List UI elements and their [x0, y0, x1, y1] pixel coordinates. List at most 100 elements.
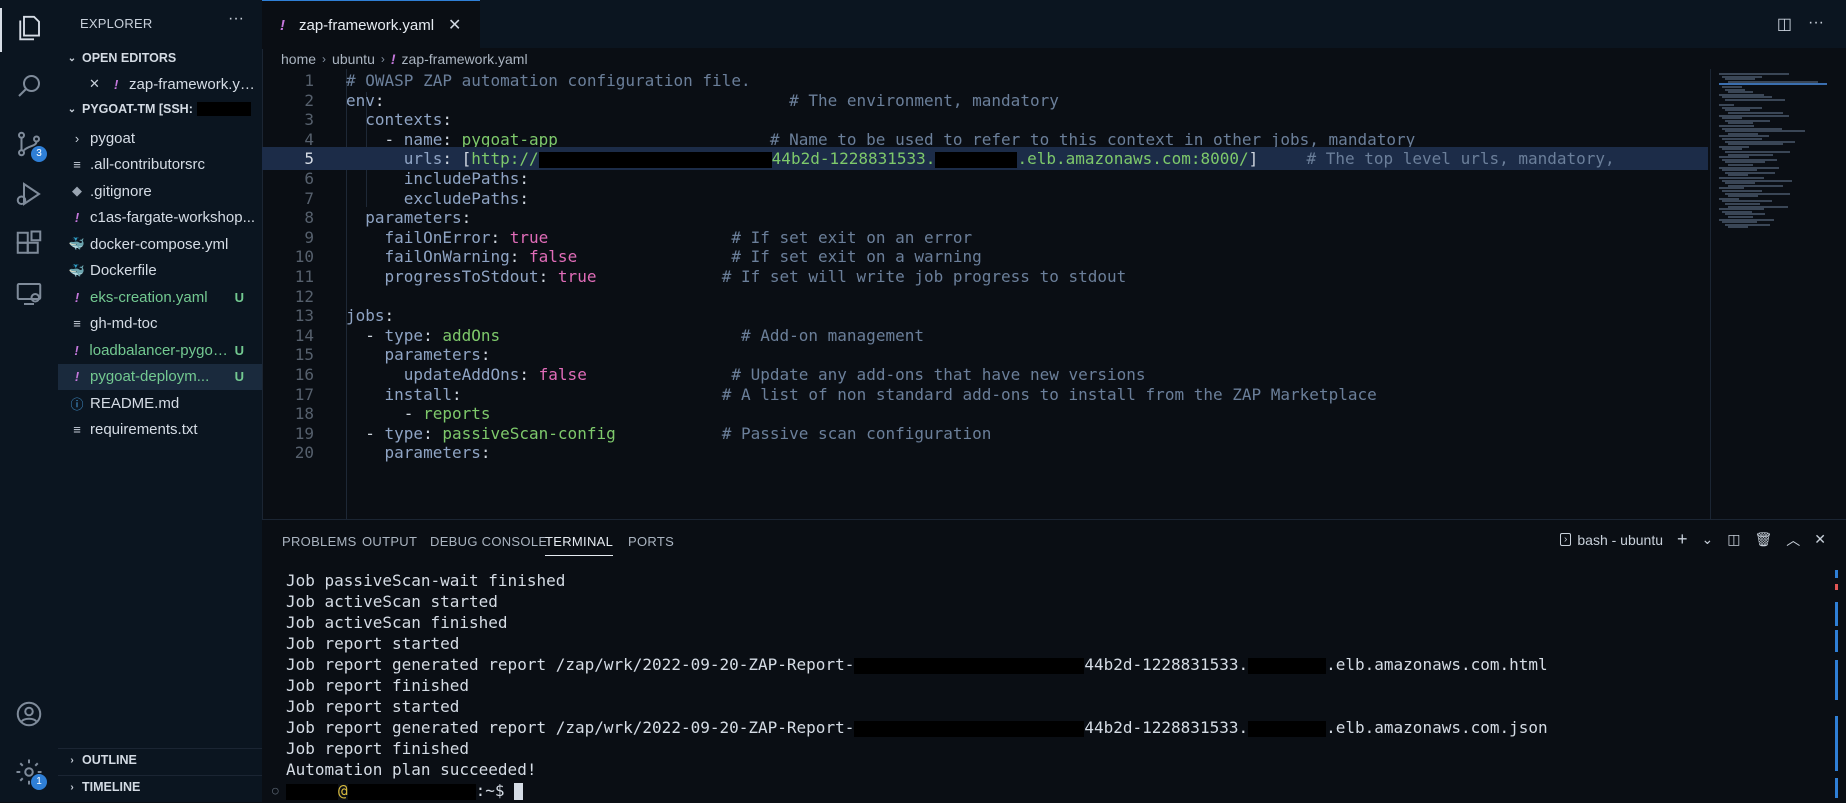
code-editor[interactable]: 1 # OWASP ZAP automation configuration fi… — [262, 69, 1708, 519]
file-tree-item[interactable]: 🐳 Dockerfile — [58, 258, 262, 284]
more-actions-icon[interactable]: ··· — [1808, 14, 1824, 34]
maximize-panel-icon[interactable]: ︿ — [1786, 530, 1800, 550]
remote-explorer-icon[interactable] — [9, 274, 49, 314]
minimap-line — [1728, 226, 1748, 229]
split-terminal-icon[interactable]: ◫ — [1727, 531, 1740, 548]
scroll-marker — [1835, 584, 1838, 590]
terminal-output[interactable]: Job passiveScan-wait finished Job active… — [272, 570, 1548, 801]
timeline-header[interactable]: › TIMELINE — [58, 775, 262, 798]
chevron-right-icon: › — [70, 754, 74, 766]
yaml-file-icon: ! — [74, 210, 80, 225]
code-token: # Name to be used to refer to this conte… — [769, 129, 1416, 149]
code-token: failOnWarning — [384, 247, 510, 267]
yaml-file-icon: ! — [74, 342, 79, 358]
search-icon[interactable] — [9, 66, 49, 106]
breadcrumb-home[interactable]: home — [281, 51, 316, 67]
new-terminal-icon[interactable]: + — [1677, 529, 1688, 550]
code-token: : — [519, 169, 530, 188]
trash-icon[interactable]: 🗑 — [1754, 531, 1772, 548]
file-tree-item[interactable]: 🐳 docker-compose.yml — [58, 231, 262, 257]
more-actions-icon[interactable]: ··· — [228, 10, 244, 28]
explorer-title: EXPLORER — [80, 16, 153, 31]
code-text: parameters: — [346, 441, 491, 464]
code-token: false — [529, 247, 578, 267]
file-tree-item[interactable]: ≡ requirements.txt — [58, 417, 262, 443]
tab-zap-framework[interactable]: ! zap-framework.yaml ✕ — [262, 0, 480, 49]
file-tree-item[interactable]: ⓘ README.md — [58, 390, 262, 416]
outline-header[interactable]: › OUTLINE — [58, 748, 262, 771]
info-icon: ⓘ — [70, 396, 84, 412]
file-tree-item[interactable]: ◆ .gitignore — [58, 178, 262, 204]
minimap-line — [1725, 99, 1785, 101]
code-token: pygoat-app — [461, 129, 558, 149]
chevron-down-icon[interactable]: ⌄ — [1702, 531, 1714, 548]
scroll-marker — [1835, 602, 1838, 626]
tab-output[interactable]: OUTPUT — [362, 534, 417, 549]
code-token: # Add-on management — [740, 325, 924, 345]
code-token: excludePaths — [403, 188, 520, 208]
file-tree-item[interactable]: ! loadbalancer-pygoat... U — [58, 337, 262, 363]
code-token: type — [384, 423, 424, 443]
git-status-badge: U — [234, 289, 244, 305]
file-tree-item[interactable]: ≡ gh-md-toc — [58, 311, 262, 337]
panel-actions: › bash - ubuntu + ⌄ ◫ 🗑 ︿ ✕ — [1560, 529, 1826, 550]
code-token: : — [451, 384, 462, 404]
tab-problems[interactable]: PROBLEMS — [282, 534, 357, 549]
terminal-selector[interactable]: › bash - ubuntu — [1560, 532, 1663, 548]
explorer-icon[interactable] — [9, 8, 49, 48]
close-icon[interactable]: ✕ — [1814, 531, 1826, 548]
scroll-marker — [1835, 778, 1838, 798]
yaml-file-icon: ! — [113, 76, 119, 92]
file-tree-item[interactable]: ! pygoat-deploym... U — [58, 363, 262, 390]
file-tree-item[interactable]: › pygoat — [58, 125, 262, 151]
workspace-header[interactable]: ⌄ PYGOAT-TM [SSH: — [58, 98, 262, 120]
account-icon[interactable] — [9, 694, 49, 734]
terminal-line: Job report started — [286, 697, 460, 716]
file-tree-item[interactable]: ! c1as-fargate-workshop... — [58, 205, 262, 231]
source-control-icon[interactable]: 3 — [9, 124, 49, 164]
file-tree-item[interactable]: ≡ .all-contributorsrc — [58, 152, 262, 178]
code-token: passiveScan-config — [442, 423, 616, 443]
line-number: 20 — [294, 443, 314, 463]
code-token: - — [384, 129, 404, 149]
code-token: : — [442, 129, 462, 149]
open-editor-item[interactable]: ✕ ! zap-framework.yaml — [58, 71, 262, 97]
code-token: - — [365, 325, 385, 345]
code-token: - — [365, 423, 385, 443]
file-name: pygoat-deploym... — [90, 368, 210, 385]
code-token: .elb.amazonaws.com:8000/ — [1017, 149, 1249, 169]
code-token: : — [374, 90, 385, 110]
close-icon[interactable]: ✕ — [448, 15, 461, 35]
editor-tab-bar: ! zap-framework.yaml ✕ ◫ ··· — [262, 0, 1846, 49]
code-token: parameters — [384, 345, 481, 365]
breadcrumb: home › ubuntu › ! zap-framework.yaml — [281, 49, 528, 69]
terminal-cursor — [514, 783, 524, 800]
file-tree-item[interactable]: ! eks-creation.yaml U — [58, 284, 262, 310]
minimap[interactable] — [1710, 69, 1835, 519]
code-token: # If set exit on a warning — [731, 247, 982, 267]
code-token: true — [509, 227, 549, 247]
tab-debug-console[interactable]: DEBUG CONSOLE — [430, 534, 547, 549]
run-debug-icon[interactable] — [9, 174, 49, 214]
code-token: ] — [1248, 149, 1259, 169]
breadcrumb-ubuntu[interactable]: ubuntu — [332, 51, 375, 67]
terminal-line: Job passiveScan-wait finished — [286, 571, 566, 590]
circle-icon: ○ — [272, 784, 279, 797]
settings-gear-icon[interactable]: 1 — [9, 752, 49, 792]
breadcrumb-file[interactable]: zap-framework.yaml — [402, 51, 528, 67]
terminal-line: Job report generated report /zap/wrk/202… — [286, 718, 1548, 737]
terminal-prompt[interactable]: ○ @:~$ — [272, 780, 1548, 801]
file-name: c1as-fargate-workshop... — [90, 209, 256, 226]
chevron-down-icon: ⌄ — [67, 103, 77, 115]
split-editor-icon[interactable]: ◫ — [1777, 14, 1792, 34]
tab-ports[interactable]: PORTS — [628, 534, 674, 549]
docker-icon: 🐳 — [68, 262, 86, 278]
open-editors-header[interactable]: ⌄ OPEN EDITORS — [58, 47, 262, 69]
close-icon[interactable]: ✕ — [86, 76, 104, 92]
tab-terminal[interactable]: TERMINAL — [545, 534, 614, 556]
extensions-icon[interactable] — [9, 224, 49, 264]
